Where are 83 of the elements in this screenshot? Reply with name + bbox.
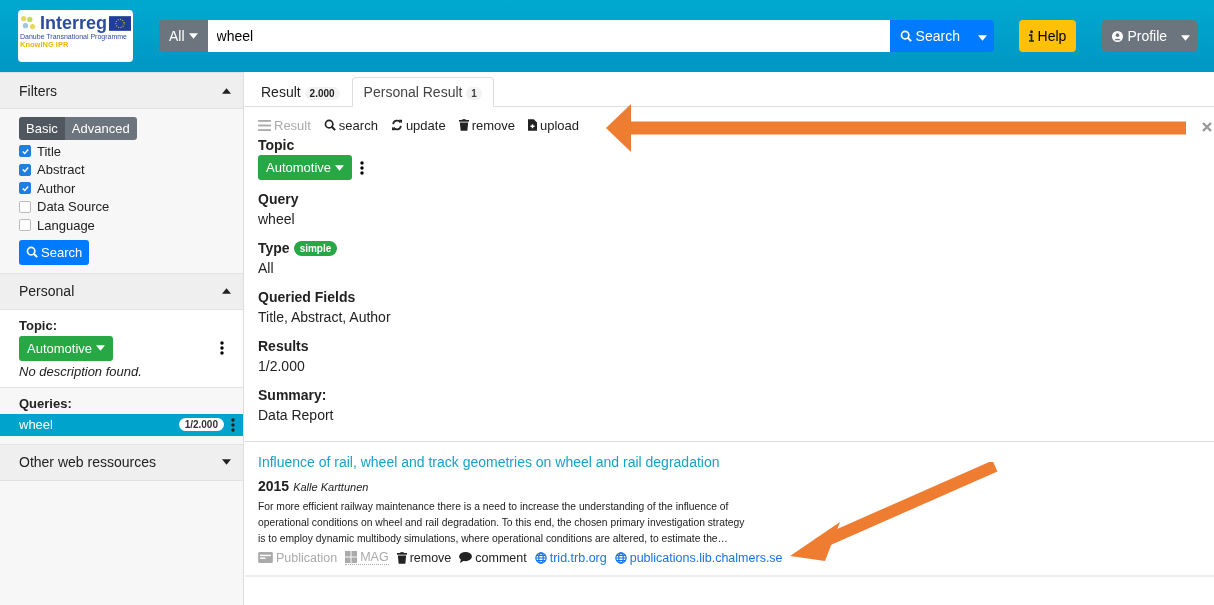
remove-button[interactable]: remove <box>396 550 452 565</box>
more-options-icon[interactable] <box>220 341 224 355</box>
info-icon <box>1028 30 1034 42</box>
results-heading: Results <box>258 337 310 356</box>
speech-bubble-icon <box>459 552 473 563</box>
summary-value: Data Report <box>258 406 335 425</box>
grid-icon <box>345 551 358 563</box>
checkbox-label: Data Source <box>37 199 110 215</box>
tab[interactable]: Result 2.000 <box>249 77 352 107</box>
checkbox[interactable] <box>19 163 31 176</box>
caret-down-icon <box>978 34 988 41</box>
abstract-line: is to employ dynamic multibody simulations, where operational conditions are altered, to estimate the… <box>258 532 729 546</box>
checkbox[interactable] <box>19 200 31 213</box>
dots-icon <box>20 15 38 31</box>
query-heading: Query <box>258 190 300 209</box>
checkbox-label: Author <box>37 180 76 196</box>
card-icon <box>258 552 273 563</box>
tab[interactable]: Personal Result 1 <box>351 77 494 107</box>
user-icon <box>1112 30 1124 42</box>
source-link[interactable]: trid.trb.org <box>534 550 607 565</box>
result-author: Kalle Karttunen <box>293 481 369 493</box>
results-value: 1/2.000 <box>258 357 306 376</box>
scope-dropdown[interactable]: All <box>159 20 208 52</box>
refresh-icon <box>390 119 403 131</box>
query-value: wheel <box>258 210 296 229</box>
caret-down-icon <box>96 345 106 351</box>
trash-icon <box>458 119 469 131</box>
mode-tab[interactable]: Basic <box>19 117 65 140</box>
query-name: wheel <box>19 417 53 432</box>
help-button[interactable]: Help <box>1018 20 1077 52</box>
mode-tab[interactable]: Advanced <box>64 117 137 140</box>
caret-down-icon <box>188 33 198 39</box>
type-badge: simple <box>293 240 338 256</box>
list-icon <box>258 119 271 131</box>
type-label: Publication <box>258 550 338 565</box>
summary-heading: Summary: <box>258 386 328 405</box>
checkbox-label: Abstract <box>37 162 85 178</box>
toolbar-button[interactable]: search <box>323 117 378 133</box>
search-icon <box>26 246 38 258</box>
search-icon <box>899 30 912 42</box>
checkbox[interactable] <box>19 219 31 232</box>
profile-menu-button[interactable] <box>1173 20 1198 52</box>
other-resources-header[interactable]: Other web ressources <box>0 443 243 481</box>
type-heading: Type <box>258 239 290 258</box>
checkbox-label: Title <box>37 143 62 159</box>
count-badge: 1/2.000 <box>178 418 224 431</box>
abstract-line: operational conditions on wheel and rail degradation. To this end, the chosen primary investigation strategy <box>258 516 746 530</box>
globe-icon <box>614 551 627 564</box>
trash-icon <box>396 551 407 564</box>
query-item[interactable]: wheel 1/2.000 <box>0 413 243 436</box>
logo-title: Interreg <box>40 13 108 33</box>
globe-icon <box>534 551 547 564</box>
toolbar-button[interactable]: upload <box>528 117 580 133</box>
toolbar-button[interactable]: update <box>390 117 446 133</box>
caret-down-icon <box>1180 34 1190 41</box>
personal-header[interactable]: Personal <box>0 272 243 310</box>
comment-button[interactable]: comment <box>459 550 527 565</box>
checkbox-label: Language <box>37 217 95 233</box>
queries-label: Queries: <box>18 395 73 411</box>
abstract-line: For more efficient railway maintenance there is a need to increase the understanding of the influence of <box>258 500 730 514</box>
checkbox[interactable] <box>19 145 31 158</box>
filters-header[interactable]: Filters <box>0 72 243 109</box>
topic-label: Topic: <box>19 317 59 333</box>
fields-heading: Queried Fields <box>258 288 357 307</box>
type-value: All <box>258 259 275 278</box>
flag-icon <box>109 15 132 31</box>
search-options-button[interactable] <box>971 20 994 52</box>
toolbar-button[interactable]: remove <box>458 117 515 133</box>
source-label: MAG <box>345 550 389 565</box>
profile-button[interactable]: Profile <box>1102 20 1174 52</box>
result-year: 2015 <box>258 478 290 494</box>
search-button[interactable]: Search <box>889 20 972 52</box>
search-field[interactable]: wheel <box>207 20 890 52</box>
file-icon <box>528 119 537 131</box>
checkbox[interactable] <box>19 182 31 195</box>
fields-value: Title, Abstract, Author <box>258 308 392 327</box>
caret-down-icon <box>335 164 345 171</box>
more-options-icon[interactable] <box>360 160 365 175</box>
source-link[interactable]: publications.lib.chalmers.se <box>614 550 783 565</box>
topic-heading: Topic <box>258 136 296 155</box>
search-icon <box>323 119 336 131</box>
search-button[interactable]: Search <box>19 239 90 265</box>
topic-description: No description found. <box>19 363 143 379</box>
